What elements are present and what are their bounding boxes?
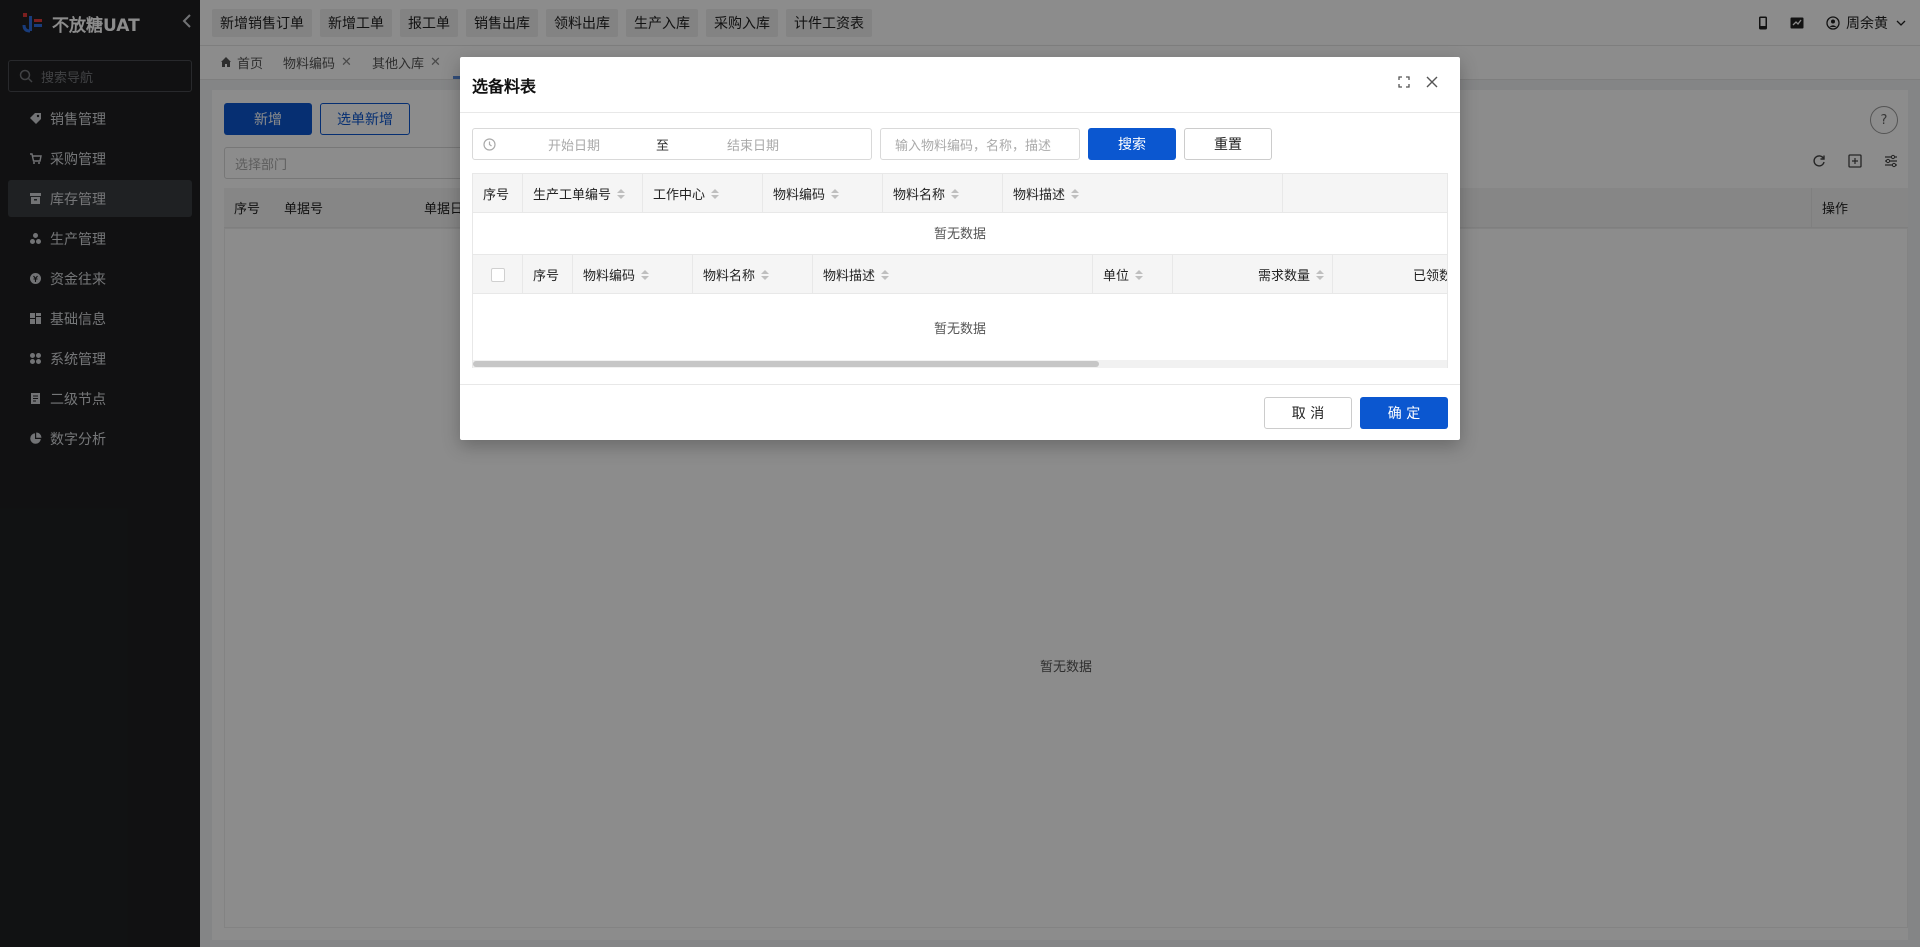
end-date-input[interactable]: 结束日期 (727, 135, 779, 154)
column-header: 序号 (523, 255, 573, 294)
confirm-button[interactable]: 确 定 (1360, 397, 1448, 429)
sort-icon (1071, 188, 1080, 199)
scrollbar-thumb[interactable] (473, 361, 1099, 367)
sort-icon (831, 188, 840, 199)
dialog-filters: 开始日期 至 结束日期 输入物料编码，名称，描述 搜索 重置 (472, 128, 1448, 160)
search-button[interactable]: 搜索 (1088, 128, 1176, 160)
fullscreen-icon[interactable] (1398, 76, 1410, 88)
column-header-sortable[interactable]: 物料描述 (813, 255, 1093, 294)
start-date-input[interactable]: 开始日期 (548, 135, 600, 154)
keyword-input[interactable]: 输入物料编码，名称，描述 (880, 128, 1080, 160)
column-header-sortable[interactable]: 生产工单编号 (523, 174, 643, 213)
empty-state: 暂无数据 (933, 322, 986, 337)
clock-icon (483, 137, 496, 151)
sort-icon (951, 188, 960, 199)
sort-icon (761, 269, 770, 280)
dialog-title: 选备料表 (472, 76, 537, 96)
sort-icon (711, 188, 720, 199)
column-header-sortable[interactable]: 物料名称 (693, 255, 813, 294)
empty-state: 暂无数据 (933, 227, 986, 242)
dialog-footer: 取 消 确 定 (460, 384, 1460, 440)
material-table: 序号 物料编码 物料名称 物料描述 单位 需求数量 已领数 暂无数据 (472, 254, 1448, 368)
sort-icon (1135, 269, 1144, 280)
column-header-sortable[interactable]: 物料名称 (883, 174, 1003, 213)
range-separator: 至 (656, 138, 670, 154)
reset-button[interactable]: 重置 (1184, 128, 1272, 160)
keyword-placeholder: 输入物料编码，名称，描述 (895, 138, 1052, 154)
column-header-spacer (1283, 174, 1447, 213)
column-header-sortable[interactable]: 物料描述 (1003, 174, 1283, 213)
column-header-sortable[interactable]: 工作中心 (643, 174, 763, 213)
horizontal-scrollbar[interactable] (473, 360, 1447, 368)
column-header-sortable[interactable]: 物料编码 (763, 174, 883, 213)
sort-icon (881, 269, 890, 280)
cancel-button[interactable]: 取 消 (1264, 397, 1352, 429)
table-header: 序号 物料编码 物料名称 物料描述 单位 需求数量 已领数 (473, 254, 1447, 294)
sort-icon (617, 188, 626, 199)
column-header: 序号 (473, 174, 523, 213)
column-header: 已领数 (1413, 269, 1447, 284)
dialog-header: 选备料表 (460, 57, 1460, 113)
column-header-sortable[interactable]: 单位 (1093, 255, 1173, 294)
column-header-sortable[interactable]: 需求数量 (1173, 255, 1333, 294)
table-header: 序号 生产工单编号 工作中心 物料编码 物料名称 物料描述 (473, 173, 1447, 213)
close-icon[interactable] (1426, 76, 1438, 88)
column-header-sortable[interactable]: 物料编码 (573, 255, 693, 294)
sort-icon (641, 269, 650, 280)
date-range-picker[interactable]: 开始日期 至 结束日期 (472, 128, 872, 160)
sort-icon (1316, 269, 1324, 280)
work-order-table: 序号 生产工单编号 工作中心 物料编码 物料名称 物料描述 暂无数据 (472, 173, 1448, 254)
select-bom-dialog: 选备料表 开始日期 至 结束日期 输入物料编码，名称，描述 搜索 重置 序号 生… (460, 57, 1460, 440)
select-all-checkbox[interactable] (473, 255, 523, 294)
